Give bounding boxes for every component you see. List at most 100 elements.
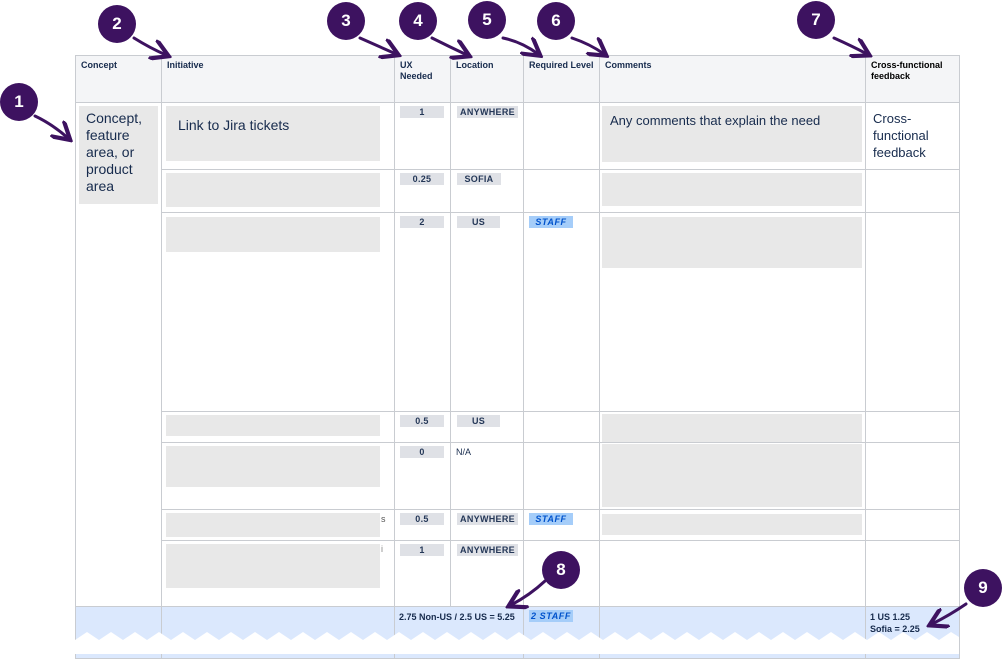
header-row: Concept Initiative UX Needed Location Re… [75,55,960,103]
callout-badge-8: 8 [542,551,580,589]
ux-cell[interactable]: 0.5 [394,509,451,541]
header-comments: Comments [599,55,866,103]
arrow-6 [570,36,604,54]
location-cell[interactable]: N/A [450,442,524,510]
initiative-cell[interactable] [161,442,395,510]
feedback-cell[interactable] [865,442,960,510]
arrow-3 [358,36,396,54]
initiative-cell[interactable] [161,169,395,213]
comments-cell[interactable] [599,509,866,541]
location-tag: ANYWHERE [457,544,518,556]
planning-table: Concept Initiative UX Needed Location Re… [75,55,960,659]
comments-cell[interactable] [599,411,866,443]
arrow-2 [132,36,166,55]
ux-needed-value: 0 [400,446,444,458]
comments-cell[interactable]: Any comments that explain the need [599,102,866,170]
location-tag: US [457,415,500,427]
ux-cell[interactable]: 1 [394,540,451,607]
header-initiative: Initiative [161,55,395,103]
comments-cell[interactable] [599,540,866,607]
comments-placeholder [602,514,862,535]
location-cell[interactable]: SOFIA [450,169,524,213]
level-cell[interactable] [523,442,600,510]
initiative-placeholder [166,217,380,252]
stray-text: i [381,544,383,554]
callout-badge-9: 9 [964,569,1002,607]
feedback-cell[interactable] [865,411,960,443]
ux-cell[interactable]: 0.5 [394,411,451,443]
header-cross-functional-feedback: Cross-functional feedback [865,55,960,103]
totals-ux-cell: 2.75 Non-US / 2.5 US = 5.25 [394,606,524,659]
level-cell[interactable]: STAFF [523,212,600,412]
feedback-cell[interactable] [865,212,960,412]
table-row: 2 US STAFF [76,212,960,412]
location-tag: ANYWHERE [457,106,518,118]
header-location: Location [450,55,524,103]
comments-text: Any comments that explain the need [610,113,821,128]
feedback-cell[interactable] [865,169,960,213]
comments-cell[interactable] [599,212,866,412]
initiative-placeholder [166,544,380,588]
initiative-placeholder [166,415,380,436]
initiative-cell[interactable]: Link to Jira tickets [161,102,395,170]
arrow-1 [33,114,68,138]
location-cell[interactable]: US [450,212,524,412]
feedback-cell[interactable]: Cross-functional feedback [865,102,960,170]
initiative-cell[interactable] [161,411,395,443]
ux-needed-value: 1 [400,544,444,556]
comments-cell[interactable] [599,442,866,510]
callout-badge-3: 3 [327,2,365,40]
ux-cell[interactable]: 1 [394,102,451,170]
initiative-cell[interactable]: i [161,540,395,607]
feedback-text: Cross-functional feedback [873,111,929,160]
location-cell[interactable]: ANYWHERE [450,509,524,541]
ux-needed-value: 2 [400,216,444,228]
level-cell[interactable] [523,102,600,170]
totals-feedback-cell: 1 US 1.25 Sofia = 2.25 [865,606,960,659]
location-cell[interactable]: ANYWHERE [450,540,524,607]
level-cell[interactable] [523,411,600,443]
level-cell[interactable] [523,169,600,213]
comments-placeholder [602,173,862,206]
feedback-cell[interactable] [865,509,960,541]
header-required-level: Required Level [523,55,600,103]
initiative-cell[interactable] [161,212,395,412]
concept-cell[interactable]: Concept, feature area, or product area [75,102,162,607]
totals-feedback-text: 1 US 1.25 Sofia = 2.25 [870,612,920,634]
location-text: N/A [456,447,472,457]
totals-row: 2.75 Non-US / 2.5 US = 5.25 2 STAFF 1 US… [75,606,960,659]
ux-cell[interactable]: 0 [394,442,451,510]
arrow-7 [832,36,867,54]
table-row: 0.25 SOFIA [76,169,960,213]
initiative-placeholder [166,173,380,207]
comments-cell[interactable] [599,169,866,213]
location-tag: ANYWHERE [457,513,518,525]
initiative-text: Link to Jira tickets [178,117,290,133]
location-tag: US [457,216,500,228]
location-cell[interactable]: ANYWHERE [450,102,524,170]
feedback-cell[interactable] [865,540,960,607]
table-row: i 1 ANYWHERE [76,540,960,607]
table-row: 0 N/A [76,442,960,510]
ux-needed-value: 0.5 [400,513,444,525]
ux-needed-value: 0.5 [400,415,444,427]
ux-cell[interactable]: 2 [394,212,451,412]
totals-ux-text: 2.75 Non-US / 2.5 US = 5.25 [399,612,515,622]
initiative-cell[interactable]: s [161,509,395,541]
ux-needed-value: 1 [400,106,444,118]
comments-placeholder [602,414,862,442]
table-row: 0.5 US [76,411,960,443]
location-cell[interactable]: US [450,411,524,443]
level-cell[interactable]: STAFF [523,509,600,541]
ux-cell[interactable]: 0.25 [394,169,451,213]
totals-comments-cell [599,606,866,659]
header-ux-needed: UX Needed [394,55,451,103]
location-tag: SOFIA [457,173,501,185]
table-row: Concept, feature area, or product area L… [75,102,960,607]
callout-badge-4: 4 [399,2,437,40]
comments-placeholder [602,444,862,507]
initiative-placeholder [166,513,380,537]
comments-placeholder: Any comments that explain the need [602,106,862,162]
ux-needed-value: 0.25 [400,173,444,185]
arrow-4 [430,36,467,55]
